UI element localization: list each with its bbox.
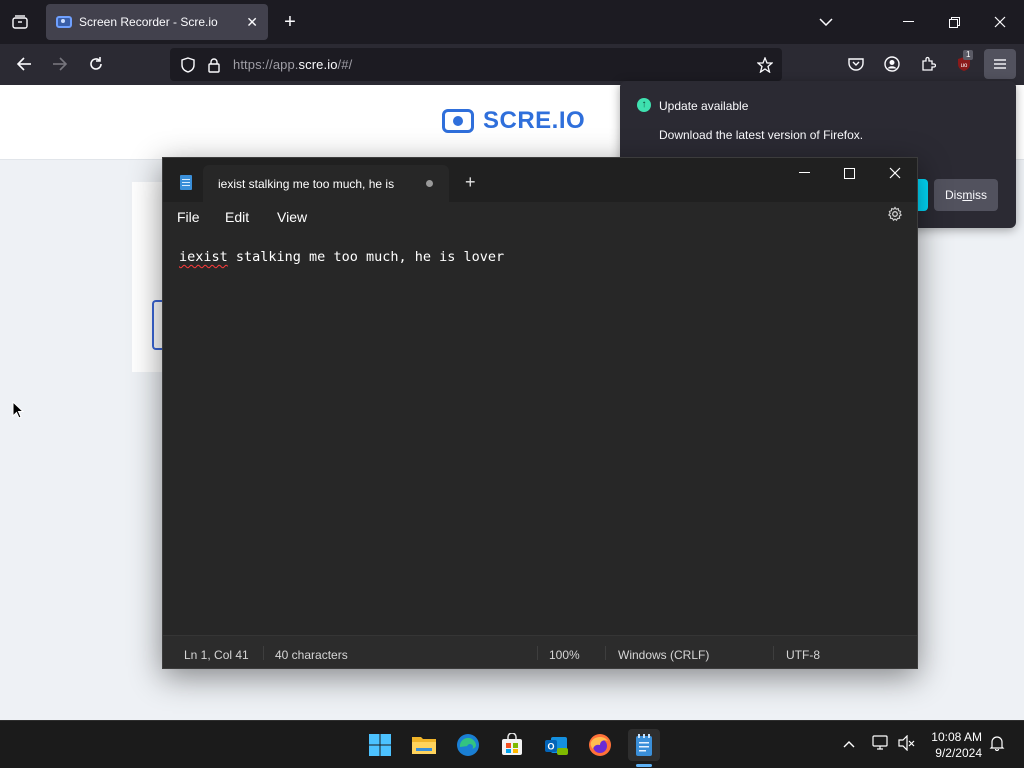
scre-io-logo[interactable]: SCRE.IO <box>442 107 585 135</box>
network-icon[interactable] <box>872 735 890 754</box>
notepad-new-tab-icon[interactable]: + <box>465 173 476 191</box>
notepad-minimize-icon[interactable] <box>781 158 827 188</box>
start-button-windows-icon[interactable] <box>364 729 396 761</box>
status-cursor-position: Ln 1, Col 41 <box>184 648 249 662</box>
outlook-new-icon[interactable]: O <box>540 729 572 761</box>
status-divider <box>605 646 606 660</box>
notification-bell-icon[interactable] <box>989 735 1005 754</box>
notepad-tab-title: iexist stalking me too much, he is <box>218 176 395 191</box>
windows-taskbar: O 10:08 AM 9/2/2024 <box>0 720 1024 768</box>
tab-list-icon[interactable] <box>10 12 30 32</box>
back-arrow-icon[interactable] <box>14 54 34 74</box>
update-title: Update available <box>659 99 749 113</box>
hamburger-menu-icon[interactable] <box>984 49 1016 79</box>
mouse-pointer-icon <box>12 400 25 422</box>
notepad-window: iexist stalking me too much, he is + Fil… <box>162 157 918 669</box>
update-description: Download the latest version of Firefox. <box>659 128 864 142</box>
url-host: scre.io <box>298 57 338 72</box>
screen-recorder-favicon-icon <box>56 16 72 28</box>
clock-time: 10:08 AM <box>931 730 982 744</box>
pocket-icon[interactable] <box>846 54 866 74</box>
clock-date: 9/2/2024 <box>935 746 982 760</box>
unsaved-dot-icon[interactable] <box>426 180 433 187</box>
menu-edit[interactable]: Edit <box>225 209 249 225</box>
chevron-down-icon[interactable] <box>816 12 836 32</box>
notepad-content[interactable]: iexist stalking me too much, he is lover <box>179 249 504 265</box>
status-line-endings[interactable]: Windows (CRLF) <box>618 648 709 662</box>
menu-view[interactable]: View <box>277 209 307 225</box>
ublock-badge-count: 1 <box>963 50 974 60</box>
svg-text:uo: uo <box>961 63 968 69</box>
notepad-close-icon[interactable] <box>872 158 918 188</box>
notepad-app-icon <box>180 175 192 190</box>
notepad-text-area[interactable] <box>163 240 917 635</box>
address-bar[interactable]: https://app.scre.io/#/ <box>170 48 782 81</box>
browser-tab-title: Screen Recorder - Scre.io <box>79 15 218 29</box>
browser-tab-bar: Screen Recorder - Scre.io ✕ + <box>0 0 1024 44</box>
status-character-count: 40 characters <box>275 648 348 662</box>
url-text[interactable]: https://app.scre.io/#/ <box>233 57 352 72</box>
url-prefix: https://app. <box>233 57 299 72</box>
file-explorer-icon[interactable] <box>408 729 440 761</box>
notepad-tab[interactable]: iexist stalking me too much, he is <box>203 165 449 202</box>
dismiss-button[interactable]: Dis m iss <box>934 179 998 211</box>
dismiss-label-accesskey: m <box>962 188 973 202</box>
browser-restore-icon[interactable] <box>944 12 964 32</box>
status-encoding[interactable]: UTF-8 <box>786 648 820 662</box>
dismiss-label-part: iss <box>972 188 987 202</box>
browser-minimize-icon[interactable] <box>898 12 918 32</box>
ublock-origin-icon[interactable]: uo 1 <box>954 50 974 74</box>
firefox-icon[interactable] <box>584 729 616 761</box>
account-icon[interactable] <box>882 54 902 74</box>
clock[interactable]: 10:08 AM 9/2/2024 <box>926 729 982 761</box>
volume-muted-icon[interactable] <box>898 734 916 754</box>
notepad-maximize-icon[interactable] <box>826 158 872 188</box>
forward-arrow-icon[interactable] <box>50 54 70 74</box>
notepad-taskbar-icon[interactable] <box>628 729 660 761</box>
show-hidden-icons-chevron-icon[interactable] <box>843 735 855 751</box>
content-text: stalking me too much, he is lover <box>227 249 505 265</box>
edge-browser-icon[interactable] <box>452 729 484 761</box>
lock-icon[interactable] <box>205 56 223 74</box>
new-tab-icon[interactable]: + <box>280 10 300 34</box>
shield-icon[interactable] <box>179 56 197 74</box>
browser-close-icon[interactable] <box>990 12 1010 32</box>
status-divider <box>537 646 538 660</box>
active-app-indicator <box>636 764 652 767</box>
microsoft-store-icon[interactable] <box>496 729 528 761</box>
svg-text:O: O <box>547 742 554 752</box>
dismiss-label-part: Dis <box>944 188 963 202</box>
menu-file[interactable]: File <box>177 209 200 225</box>
settings-gear-icon[interactable] <box>887 206 903 227</box>
status-divider <box>263 646 264 660</box>
bookmark-star-icon[interactable] <box>755 55 775 75</box>
status-zoom[interactable]: 100% <box>549 648 580 662</box>
close-tab-icon[interactable]: ✕ <box>246 14 258 31</box>
browser-tab-active[interactable]: Screen Recorder - Scre.io ✕ <box>46 4 268 40</box>
extensions-icon[interactable] <box>918 54 938 74</box>
update-arrow-icon: ↑ <box>637 98 651 112</box>
logo-mark-icon <box>442 109 474 133</box>
notepad-status-bar: Ln 1, Col 41 40 characters 100% Windows … <box>163 635 917 668</box>
reload-icon[interactable] <box>86 54 106 74</box>
url-suffix: /#/ <box>337 57 353 72</box>
misspelled-word[interactable]: iexist <box>179 249 228 265</box>
notepad-titlebar[interactable]: iexist stalking me too much, he is + <box>163 158 917 202</box>
status-divider <box>773 646 774 660</box>
logo-text: SCRE.IO <box>483 107 586 134</box>
